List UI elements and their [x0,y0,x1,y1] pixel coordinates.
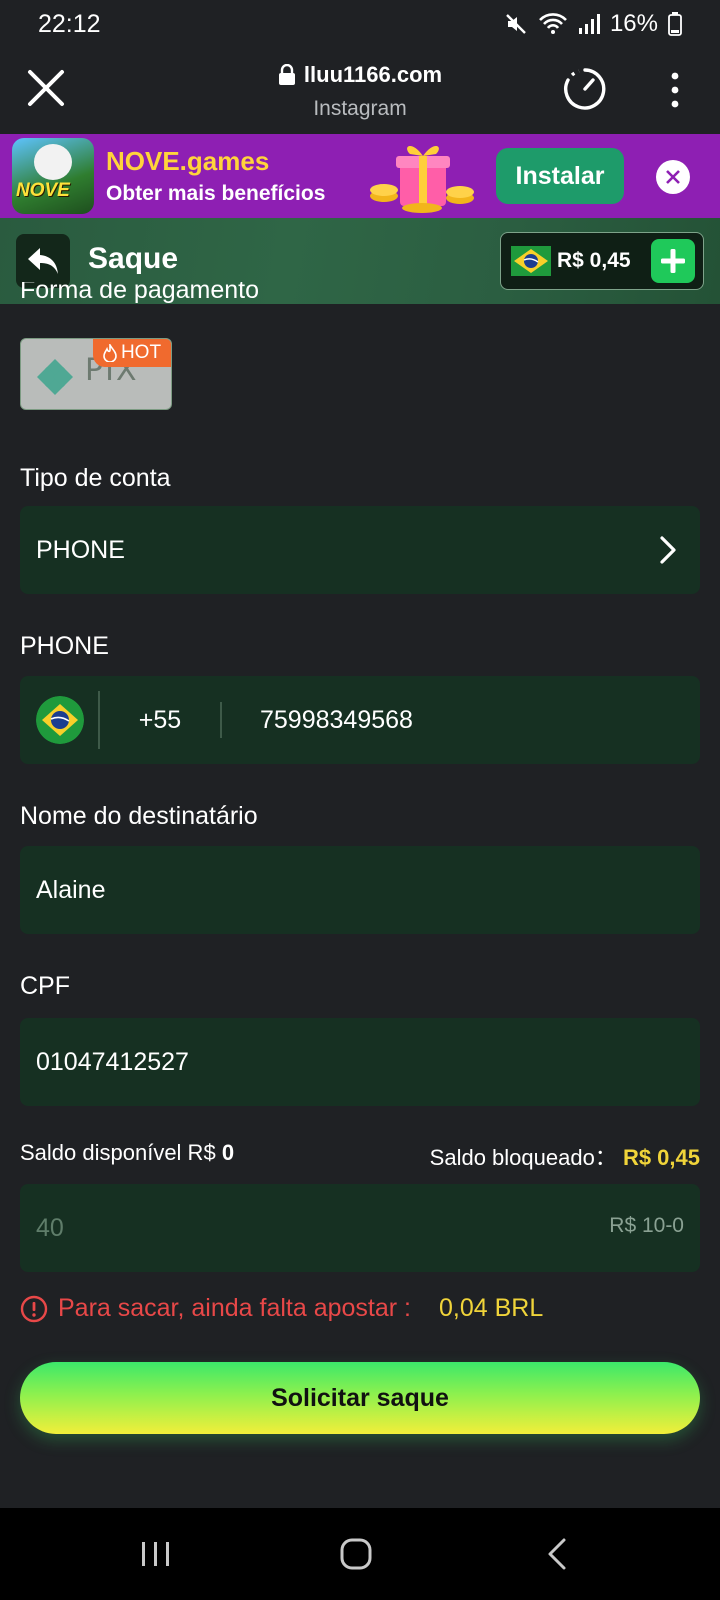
ad-close-button[interactable] [656,160,690,194]
ad-banner[interactable]: NOVE NOVE.games Obter mais benefícios In… [0,134,720,218]
cpf-input[interactable]: 01047412527 [20,1018,700,1106]
cpf-value: 01047412527 [36,1047,189,1076]
chevron-right-icon [660,536,676,564]
payment-method-label: Forma de pagamento [20,282,260,304]
account-type-select[interactable]: PHONE [20,506,700,594]
back-button[interactable] [16,234,70,288]
wager-warning: Para sacar, ainda falta apostar : 0,04 B… [20,1294,543,1323]
withdraw-amount-input[interactable] [36,1213,436,1243]
blocked-balance: Saldo bloqueado： R$ 0,45 [429,1145,700,1170]
brazil-flag-icon [511,246,551,276]
balance-widget: R$ 0,45 [500,232,704,290]
ad-subtitle: Obter mais benefícios [106,182,326,205]
system-nav-bar [0,1508,720,1600]
flame-icon [103,344,117,362]
mute-icon [506,14,526,34]
warning-amount: 0,04 BRL [439,1294,544,1322]
withdraw-amount-field[interactable]: R$ 10-0 [20,1184,700,1272]
request-withdraw-button[interactable]: Solicitar saque [20,1362,700,1434]
pix-logo-icon [37,359,73,395]
status-time: 22:12 [38,9,101,38]
phone-number-input[interactable]: 75998349568 [260,706,413,735]
home-icon[interactable] [336,1536,376,1572]
account-type-value: PHONE [36,535,125,564]
brazil-flag-icon[interactable] [36,696,84,744]
recent-apps-icon[interactable] [136,1536,176,1572]
balance-info-row: Saldo disponível R$ 0 Saldo bloqueado： R… [20,1140,700,1172]
browser-toolbar: lluu1166.com Instagram [0,48,720,134]
alert-circle-icon [20,1295,48,1322]
signal-icon [578,14,600,34]
wifi-icon [539,13,567,34]
gift-coins-icon [370,145,474,213]
url-text: lluu1166.com [303,62,443,87]
status-icons: 16% [504,10,682,38]
warning-text: Para sacar, ainda falta apostar : [58,1294,411,1322]
phone-country-code[interactable]: +55 [100,706,220,735]
cpf-label: CPF [20,972,70,1000]
phone-label: PHONE [20,632,109,660]
battery-percent: 16% [609,10,658,37]
battery-icon [668,12,682,36]
speedometer-icon[interactable] [562,66,608,112]
pix-payment-option[interactable]: PIX HOT [20,338,172,410]
more-menu-icon[interactable] [660,70,690,110]
ad-title: NOVE.games [106,146,270,176]
recipient-name-label: Nome do destinatário [20,802,258,830]
close-icon [666,170,680,184]
url-area[interactable]: lluu1166.com Instagram [0,62,720,121]
back-arrow-icon [28,248,58,274]
hot-badge: HOT [93,339,171,367]
balance-amount: R$ 0,45 [557,249,631,272]
install-button[interactable]: Instalar [496,148,624,204]
url-source: Instagram [313,97,407,120]
available-balance: Saldo disponível R$ 0 [20,1140,235,1165]
phone-field[interactable]: +55 75998349568 [20,676,700,764]
divider [220,702,222,738]
app-logo: NOVE [12,138,94,214]
amount-range-hint: R$ 10-0 [609,1214,684,1237]
lock-icon [278,64,295,85]
back-icon[interactable] [540,1536,580,1572]
recipient-name-value: Alaine [36,875,106,904]
account-type-label: Tipo de conta [20,464,171,492]
deposit-button[interactable] [651,239,695,283]
page-title: Saque [88,242,179,275]
recipient-name-input[interactable]: Alaine [20,846,700,934]
status-bar: 22:12 16% [0,0,720,48]
plus-icon [661,249,685,273]
